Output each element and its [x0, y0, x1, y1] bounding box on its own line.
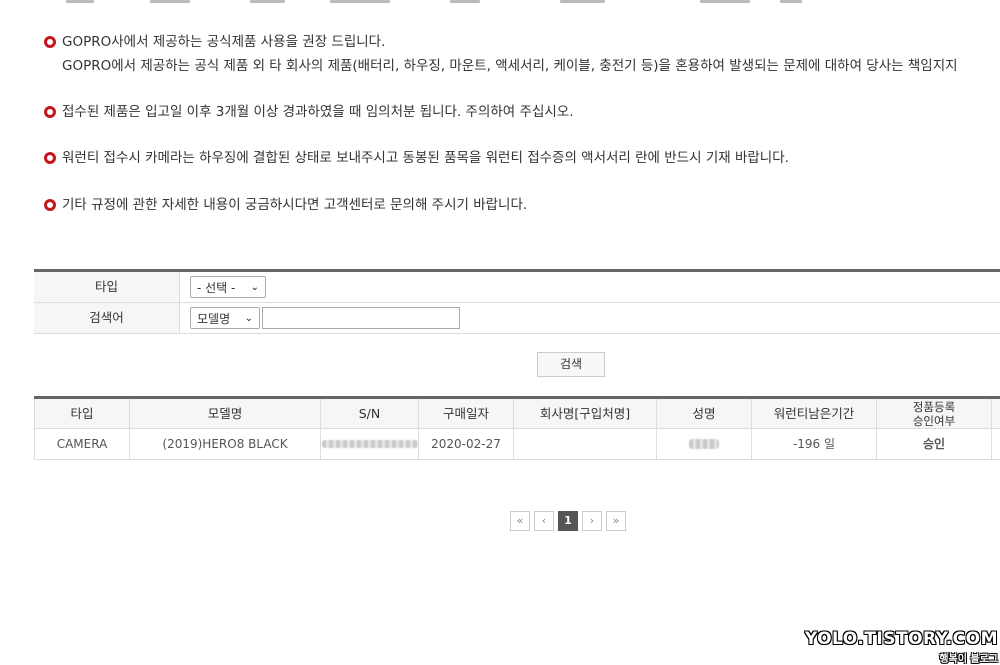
search-keyword-input[interactable]	[262, 307, 460, 329]
blurred-name	[689, 439, 719, 449]
table-row[interactable]: CAMERA (2019)HERO8 BLACK 2020-02-27 -196…	[34, 429, 1000, 460]
header-approval: 정품등록 승인여부	[877, 399, 992, 429]
notice-item: 접수된 제품은 입고일 이후 3개월 이상 경과하였을 때 임의처분 됩니다. …	[44, 100, 574, 124]
search-row-type: 타입 - 선택 - ⌄	[34, 272, 1000, 303]
header-name: 성명	[657, 399, 752, 429]
notice-text: 접수된 제품은 입고일 이후 3개월 이상 경과하였을 때 임의처분 됩니다. …	[62, 104, 574, 120]
cell-extra	[992, 429, 1000, 460]
search-row-keyword: 검색어 모델명 ⌄	[34, 303, 1000, 334]
header-type: 타입	[34, 399, 130, 429]
cell-type: CAMERA	[34, 429, 130, 460]
search-button[interactable]: 검색	[537, 352, 605, 377]
cell-model: (2019)HERO8 BLACK	[130, 429, 321, 460]
search-field-select-value: 모델명	[197, 312, 231, 326]
header-warranty-left: 워런티남은기간	[752, 399, 877, 429]
keyword-label: 검색어	[34, 303, 180, 333]
notice-item: GOPRO사에서 제공하는 공식제품 사용을 권장 드립니다. GOPRO에서 …	[44, 30, 958, 78]
pagination: « ‹ 1 › »	[510, 511, 626, 531]
page-1-button[interactable]: 1	[558, 511, 578, 531]
next-page-button[interactable]: ›	[582, 511, 602, 531]
notice-text: 기타 규정에 관한 자세한 내용이 궁금하시다면 고객센터로 문의해 주시기 바…	[62, 197, 528, 213]
cell-approval-status: 승인	[877, 429, 992, 460]
table-header-row: 타입 모델명 S/N 구매일자 회사명[구입처명] 성명 워런티남은기간 정품등…	[34, 399, 1000, 429]
bullet-ring-icon	[44, 36, 56, 48]
result-table: 타입 모델명 S/N 구매일자 회사명[구입처명] 성명 워런티남은기간 정품등…	[34, 396, 1000, 460]
chevron-down-icon: ⌄	[244, 313, 253, 324]
search-field-select[interactable]: 모델명 ⌄	[190, 307, 260, 329]
cell-purchase-date: 2020-02-27	[419, 429, 514, 460]
type-select-value: - 선택 -	[197, 281, 236, 295]
chevron-down-icon: ⌄	[250, 282, 259, 293]
blurred-serial	[321, 440, 418, 448]
notice-text: GOPRO사에서 제공하는 공식제품 사용을 권장 드립니다.	[62, 34, 386, 50]
bullet-ring-icon	[44, 106, 56, 118]
search-form: 타입 - 선택 - ⌄ 검색어 모델명 ⌄	[34, 269, 1000, 334]
first-page-button[interactable]: «	[510, 511, 530, 531]
notice-text: 워런티 접수시 카메라는 하우징에 결합된 상태로 보내주시고 동봉된 품목을 …	[62, 150, 789, 166]
watermark-main: YOLO.TISTORY.COM	[804, 629, 998, 649]
cell-name	[657, 429, 752, 460]
cell-company	[514, 429, 657, 460]
cell-sn	[321, 429, 419, 460]
header-company: 회사명[구입처명]	[514, 399, 657, 429]
top-cropped-strip	[0, 0, 1000, 6]
watermark-sub: 행복이 블로그	[939, 654, 998, 665]
header-sn: S/N	[321, 399, 419, 429]
keyword-field: 모델명 ⌄	[180, 303, 1000, 333]
bullet-ring-icon	[44, 199, 56, 211]
notice-item: 기타 규정에 관한 자세한 내용이 궁금하시다면 고객센터로 문의해 주시기 바…	[44, 193, 527, 217]
header-purchase-date: 구매일자	[419, 399, 514, 429]
type-select[interactable]: - 선택 - ⌄	[190, 276, 266, 298]
notice-item: 워런티 접수시 카메라는 하우징에 결합된 상태로 보내주시고 동봉된 품목을 …	[44, 146, 789, 170]
bullet-ring-icon	[44, 152, 56, 164]
prev-page-button[interactable]: ‹	[534, 511, 554, 531]
header-model: 모델명	[130, 399, 321, 429]
notice-text-continued: GOPRO에서 제공하는 공식 제품 외 타 회사의 제품(배터리, 하우징, …	[62, 58, 958, 74]
type-label: 타입	[34, 272, 180, 302]
last-page-button[interactable]: »	[606, 511, 626, 531]
header-extra	[992, 399, 1000, 429]
type-field: - 선택 - ⌄	[180, 272, 1000, 302]
watermark: YOLO.TISTORY.COM 행복이 블로그	[805, 629, 998, 665]
cell-warranty-left: -196 일	[752, 429, 877, 460]
